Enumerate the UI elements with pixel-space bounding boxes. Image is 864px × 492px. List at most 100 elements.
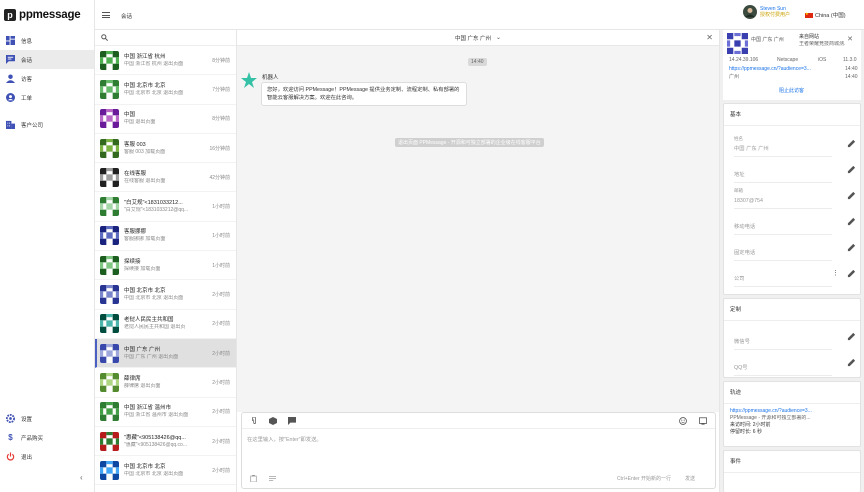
session-row[interactable]: 客服 003 客服 003 加载页面 16分钟前	[95, 134, 236, 164]
session-row[interactable]: 中国 北京市 北京 中国 北京市 北京 退出页面 7分钟前	[95, 75, 236, 105]
chat-header: 中国 广东 广州 ⌄ ✕	[237, 30, 719, 46]
field-value[interactable]: 18307@754	[734, 198, 763, 204]
session-row[interactable]: 中国 浙江省 杭州 中国 浙江省 杭州 退出页面 8分钟前	[95, 46, 236, 76]
visitor-url[interactable]: https://ppmessage.cn/?audience=3...	[729, 66, 829, 73]
edit-icon[interactable]	[847, 165, 856, 174]
visitor-os-version: 11.3.0	[843, 57, 857, 63]
session-row[interactable]: 中国 浙江省 温州市 中国 浙江省 温州市 退出页面 2小时前	[95, 398, 236, 427]
company-icon	[6, 120, 15, 129]
session-subtitle: 中国 北京市 北京 退出页面	[124, 89, 184, 96]
list-icon[interactable]	[269, 475, 276, 482]
session-row[interactable]: "惠藏"<905138426@qq... "惠藏"<905138426@qq.co…	[95, 427, 236, 457]
nav-item-logout[interactable]: 退出	[0, 447, 94, 466]
basic-info-card: 基本 姓名 中国 广东 广州 地址 邮箱 18307@754 移动电话 固定电话 公司 ⋮	[723, 103, 861, 295]
profile-field: 移动电话	[734, 209, 856, 235]
session-subtitle: 中国 北京市 北京 退出页面	[124, 470, 184, 477]
menu-toggle-icon[interactable]	[102, 12, 110, 18]
field-value[interactable]: 微信号	[734, 337, 750, 345]
nav-item-visitors[interactable]: 访客	[0, 69, 94, 88]
block-visitor-button[interactable]: 阻止此访客	[779, 88, 804, 95]
visitor-avatar	[727, 33, 748, 54]
nav-item-tickets[interactable]: 工单	[0, 88, 94, 107]
language-select[interactable]: China (中国)	[805, 11, 846, 19]
session-name: 中国 浙江省 温州市	[124, 405, 172, 412]
search-bar[interactable]	[95, 30, 236, 46]
session-subtitle: 中国 浙江省 温州市 退出页面	[124, 412, 189, 419]
session-avatar	[100, 50, 119, 70]
track-url[interactable]: https://ppmessage.cn/?audience=3...	[730, 408, 854, 415]
field-value[interactable]: 公司	[734, 274, 745, 282]
attachment-icon[interactable]	[250, 416, 258, 425]
session-time: 1小时前	[212, 204, 230, 211]
nav-item-settings[interactable]: 设置	[0, 409, 94, 428]
edit-icon[interactable]	[847, 243, 856, 252]
session-row[interactable]: 中国 中国 退出页面 8分钟前	[95, 105, 236, 134]
chat-body: 14:40 机器人 您好，欢迎访问 PPMessage！PPMessage 提供…	[237, 46, 719, 412]
nav-label: 客户公司	[21, 122, 44, 129]
user-menu[interactable]: Steven Sun 授权付费用户	[743, 5, 790, 19]
session-row[interactable]: 中国 北京市 北京 中国 北京市 北京 退出页面 2小时前	[95, 456, 236, 486]
gear-icon	[6, 414, 15, 423]
logo-icon: p	[4, 9, 16, 21]
message-composer: 在这里输入，按"Enter"即发送。 Ctrl+Enter 开始新的一行 发送	[241, 412, 716, 489]
emoji-icon[interactable]	[679, 417, 687, 425]
session-subtitle: "白艾规"<1831033212@qq...	[124, 207, 189, 214]
session-avatar	[100, 431, 119, 451]
field-value[interactable]: 移动电话	[734, 222, 755, 230]
visitor-panel: 中国 广东 广州 来自网站 王者荣耀竞技商城测... ✕ 14.24.39.10…	[719, 30, 864, 492]
nav-item-company[interactable]: 客户公司	[0, 115, 94, 134]
edit-icon[interactable]	[847, 139, 856, 148]
nav-item-conversations[interactable]: 会话	[0, 50, 94, 69]
chevron-down-icon[interactable]: ⌄	[496, 34, 501, 41]
message-icon[interactable]	[288, 416, 296, 425]
session-row[interactable]: 探续接 探续接 加载页面 1小时前	[95, 251, 236, 281]
edit-icon[interactable]	[847, 217, 856, 226]
field-label: 姓名	[734, 136, 743, 141]
session-row[interactable]: 中国 广东 广州 中国 广东 广州 退出页面 2小时前	[95, 338, 236, 369]
dashboard-icon	[6, 36, 15, 45]
edit-icon[interactable]	[847, 332, 856, 341]
session-subtitle: 中国 广东 广州 退出页面	[124, 353, 179, 360]
cube-icon[interactable]	[269, 416, 277, 425]
session-row[interactable]: 薛律席 薛律席 退出页面 2小时前	[95, 368, 236, 398]
basic-title: 基本	[724, 104, 860, 126]
message-input[interactable]: 在这里输入，按"Enter"即发送。	[247, 435, 322, 443]
nav-item-info[interactable]: 信息	[0, 31, 94, 50]
session-time: 2小时前	[212, 292, 230, 299]
field-value[interactable]: 固定电话	[734, 248, 755, 256]
session-row[interactable]: 客服挪挪 客服挪挪 加载页面 1小时前	[95, 222, 236, 252]
session-name: 在线客服	[124, 170, 147, 177]
event-title: 事件	[724, 451, 860, 473]
composer-footer: Ctrl+Enter 开始新的一行 发送	[242, 475, 715, 482]
session-subtitle: 老挝人民民主共和国 退出页	[124, 324, 186, 331]
session-subtitle: 薛律席 退出页面	[124, 382, 161, 389]
clipboard-icon[interactable]	[250, 475, 257, 482]
send-button[interactable]: 发送	[685, 475, 695, 482]
session-name: "惠藏"<905138426@qq...	[124, 434, 186, 441]
session-row[interactable]: 老挝人民民主共和国 老挝人民民主共和国 退出页 2小时前	[95, 310, 236, 339]
close-icon[interactable]: ✕	[847, 35, 853, 43]
session-avatar	[100, 343, 119, 363]
field-value[interactable]: 中国 广东 广州	[734, 144, 769, 152]
custom-title: 定制	[724, 299, 860, 321]
search-icon	[101, 34, 108, 41]
nav-item-purchase[interactable]: $ 产品购买	[0, 428, 94, 447]
edit-icon[interactable]	[847, 191, 856, 200]
user-role: 授权付费用户	[760, 12, 791, 18]
session-row[interactable]: 中国 北京市 北京 中国 北京市 北京 退出页面 2小时前	[95, 280, 236, 310]
edit-icon[interactable]	[847, 269, 856, 278]
session-row[interactable]: "白艾规"<1831033212... "白艾规"<1831033212@qq..…	[95, 192, 236, 222]
more-vert-icon[interactable]: ⋮	[832, 269, 839, 277]
session-time: 1小时前	[212, 262, 230, 269]
screen-icon[interactable]	[699, 417, 707, 425]
composer-toolbar	[242, 413, 715, 429]
session-avatar	[100, 226, 119, 246]
nav-label: 产品购买	[21, 435, 44, 442]
edit-icon[interactable]	[847, 358, 856, 367]
close-icon[interactable]: ✕	[706, 33, 713, 42]
avatar	[743, 5, 757, 19]
session-row[interactable]: 在线客服 在线客服 退出页面 42分钟前	[95, 163, 236, 193]
field-value[interactable]: QQ号	[734, 363, 748, 371]
field-value[interactable]: 地址	[734, 170, 745, 178]
collapse-chevron-icon[interactable]: ‹	[80, 473, 83, 482]
